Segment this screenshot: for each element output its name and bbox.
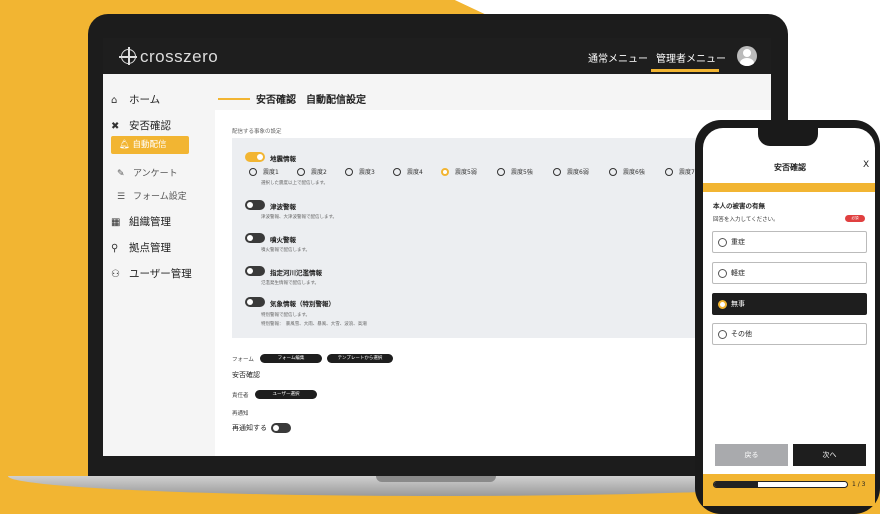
tsunami-title: 津波警報	[270, 203, 296, 211]
tools-icon: ✖	[111, 121, 120, 132]
page-title: 安否確認 自動配信設定	[256, 95, 366, 106]
flood-title: 指定河川氾濫情報	[270, 269, 322, 277]
close-icon[interactable]: X	[863, 160, 869, 170]
phone-title: 安否確認	[774, 163, 806, 172]
question-instruction: 回答を入力してください。	[713, 217, 779, 223]
form-name: 安否確認	[232, 371, 260, 379]
earthquake-desc: 選択した震度以上で配信します。	[261, 181, 329, 186]
top-nav-bar: crosszero 通常メニュー 管理者メニュー	[103, 38, 771, 74]
tsunami-toggle[interactable]	[245, 200, 265, 210]
radio-intensity-3[interactable]: 震度3	[345, 167, 375, 176]
laptop-notch	[376, 476, 496, 482]
radio-intensity-5-lower[interactable]: 震度5弱	[441, 167, 477, 176]
sidebar-item-base[interactable]: ⚲ 拠点管理	[111, 240, 171, 255]
option-minor[interactable]: 軽症	[712, 262, 867, 284]
admin-menu-link[interactable]: 管理者メニュー	[656, 50, 726, 65]
template-select-button[interactable]: テンプレートから選択	[327, 354, 393, 363]
page-indicator: 1 / 3	[852, 481, 866, 488]
earthquake-title: 地震情報	[270, 155, 296, 163]
radio-intensity-7[interactable]: 震度7	[665, 167, 695, 176]
sidebar-item-safety[interactable]: ✖ 安否確認	[111, 118, 171, 133]
phone-notch	[758, 128, 818, 146]
tsunami-desc: 津波警報、大津波警報で配信します。	[261, 215, 338, 220]
user-select-button[interactable]: ユーザー選択	[255, 390, 317, 399]
sidebar-item-form-settings[interactable]: ☰ フォーム設定	[117, 189, 187, 202]
section-label: 配信する事象の設定	[232, 129, 282, 135]
users-icon: ⚇	[111, 269, 120, 280]
phone-footer	[703, 474, 875, 506]
home-icon: ⌂	[111, 95, 118, 106]
form-label: フォーム	[232, 357, 254, 363]
earthquake-toggle[interactable]	[245, 152, 265, 162]
weather-desc-2: 特別警報： 暴風雪、大雨、暴風、大雪、波浪、高潮	[261, 322, 367, 327]
avatar[interactable]	[737, 46, 757, 66]
weather-toggle[interactable]	[245, 297, 265, 307]
eruption-title: 噴火警報	[270, 236, 296, 244]
option-severe[interactable]: 重症	[712, 231, 867, 253]
renotify-label: 再通知	[232, 411, 249, 417]
renotify-toggle[interactable]	[271, 423, 291, 433]
radio-intensity-6-upper[interactable]: 震度6強	[609, 167, 645, 176]
edit-icon: ✎	[117, 169, 125, 179]
next-button[interactable]: 次へ	[793, 444, 866, 466]
flood-desc: 氾濫発生情報で配信します。	[261, 281, 320, 286]
radio-intensity-1[interactable]: 震度1	[249, 167, 279, 176]
org-icon: ▦	[111, 217, 121, 228]
sidebar-item-home[interactable]: ⌂ ホーム	[111, 92, 160, 107]
bell-icon: 🔔︎	[119, 140, 133, 150]
back-button[interactable]: 戻る	[715, 444, 788, 466]
eruption-desc: 噴火警報で配信します。	[261, 248, 311, 253]
flood-toggle[interactable]	[245, 266, 265, 276]
list-icon: ☰	[117, 192, 126, 202]
sidebar: ⌂ ホーム ✖ 安否確認 🔔︎ 自動配信 ✎ アンケート ☰ フォーム設定 ▦ 組織管理 …	[103, 74, 203, 456]
form-edit-button[interactable]: フォーム編集	[260, 354, 322, 363]
phone-header-accent	[703, 183, 875, 192]
weather-title: 気象情報（特別警報）	[270, 300, 335, 308]
owner-label: 責任者	[232, 393, 249, 399]
sidebar-item-users[interactable]: ⚇ ユーザー管理	[111, 266, 192, 281]
progress-bar	[713, 481, 848, 488]
logo-icon	[119, 47, 137, 65]
app-logo[interactable]: crosszero	[119, 47, 218, 67]
renotify-toggle-label: 再通知する	[232, 424, 267, 432]
user-menu-link[interactable]: 通常メニュー	[588, 50, 648, 65]
laptop-screen: crosszero 通常メニュー 管理者メニュー ⌂ ホーム ✖ 安否確認 🔔︎ 自…	[103, 38, 771, 456]
question-heading: 本人の被害の有無	[713, 202, 765, 210]
sidebar-item-auto-delivery[interactable]: 🔔︎ 自動配信	[111, 136, 189, 154]
option-safe[interactable]: 無事	[712, 293, 867, 315]
sidebar-item-survey[interactable]: ✎ アンケート	[117, 166, 178, 179]
sidebar-item-org[interactable]: ▦ 組織管理	[111, 214, 171, 229]
radio-intensity-5-upper[interactable]: 震度5強	[497, 167, 533, 176]
weather-desc-1: 特別警報で配信します。	[261, 313, 311, 318]
radio-intensity-2[interactable]: 震度2	[297, 167, 327, 176]
radio-intensity-4[interactable]: 震度4	[393, 167, 423, 176]
active-nav-indicator	[651, 69, 719, 72]
eruption-toggle[interactable]	[245, 233, 265, 243]
title-accent-line	[218, 98, 250, 100]
radio-intensity-6-lower[interactable]: 震度6弱	[553, 167, 589, 176]
location-pin-icon: ⚲	[111, 243, 119, 254]
progress-fill	[714, 482, 759, 487]
required-badge: 必須	[845, 215, 865, 222]
option-other[interactable]: その他	[712, 323, 867, 345]
